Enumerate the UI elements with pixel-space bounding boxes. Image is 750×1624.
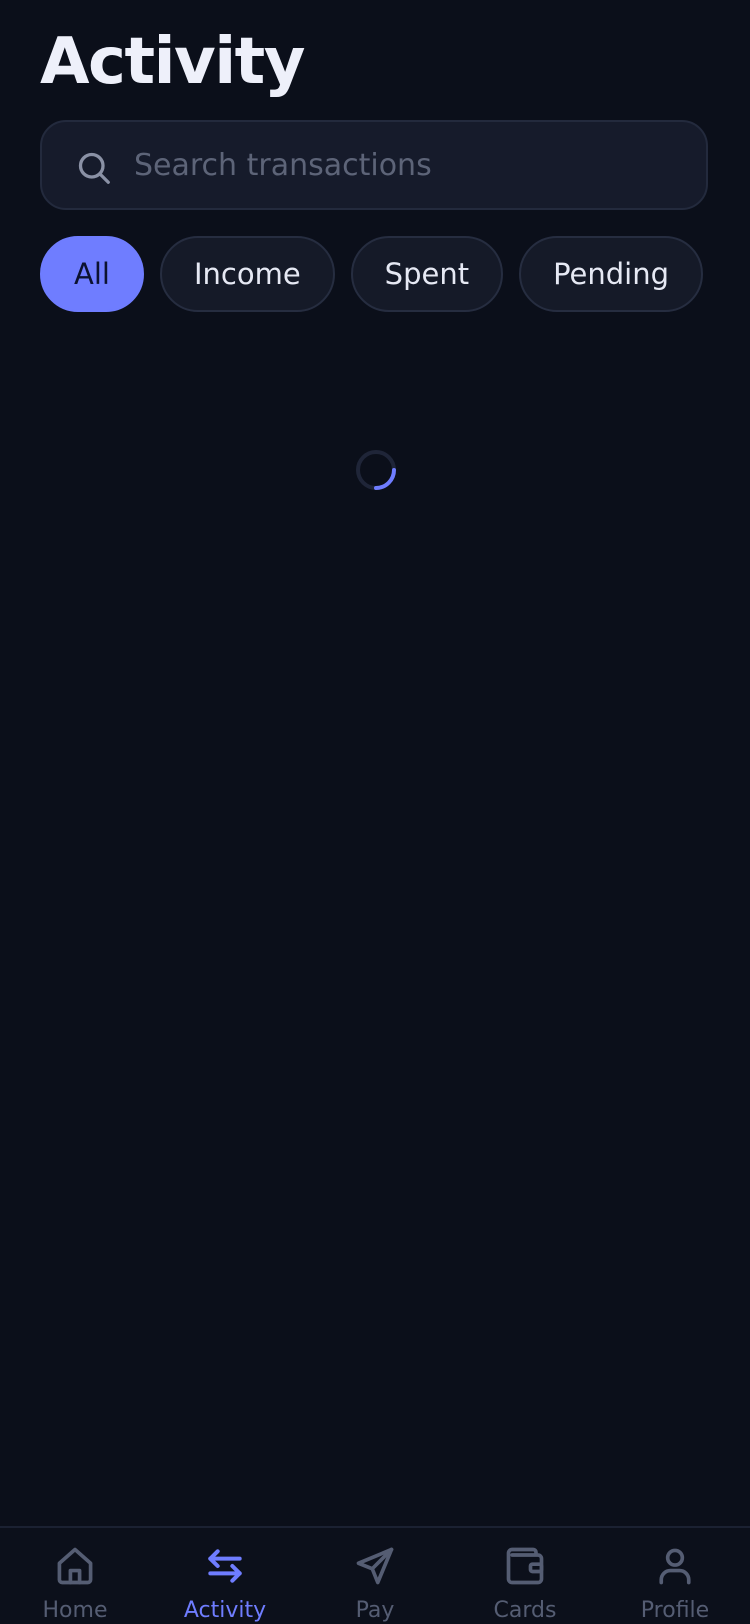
tab-label: Home bbox=[42, 1598, 108, 1623]
tab-label: Pay bbox=[355, 1598, 395, 1623]
activity-screen: Activity All Income Spent Pending bbox=[0, 0, 750, 1624]
filter-chip-income[interactable]: Income bbox=[159, 236, 335, 312]
page-title: Activity bbox=[40, 25, 305, 99]
filter-chip-label: Pending bbox=[553, 257, 670, 291]
search-input[interactable] bbox=[134, 122, 674, 208]
bottom-tab-bar: Home Activity Pay Cards Profile bbox=[0, 1526, 750, 1624]
filter-chip-label: Income bbox=[193, 257, 301, 291]
filter-chip-spent[interactable]: Spent bbox=[350, 236, 504, 312]
tab-profile[interactable]: Profile bbox=[600, 1528, 750, 1624]
search-icon bbox=[78, 152, 110, 184]
tab-label: Activity bbox=[183, 1598, 267, 1623]
wallet-icon bbox=[506, 1547, 544, 1585]
search-bar[interactable] bbox=[40, 120, 708, 210]
tab-cards[interactable]: Cards bbox=[450, 1528, 600, 1624]
filter-chips: All Income Spent Pending bbox=[40, 236, 704, 312]
tab-home[interactable]: Home bbox=[0, 1528, 150, 1624]
user-icon bbox=[659, 1548, 691, 1585]
filter-chip-all[interactable]: All bbox=[40, 236, 144, 312]
tab-label: Profile bbox=[640, 1598, 710, 1623]
filter-chip-pending[interactable]: Pending bbox=[519, 236, 704, 312]
tab-pay[interactable]: Pay bbox=[300, 1528, 450, 1624]
filter-chip-label: All bbox=[74, 257, 110, 291]
filter-chip-label: Spent bbox=[384, 257, 470, 291]
tab-activity[interactable]: Activity bbox=[150, 1528, 300, 1624]
home-icon bbox=[57, 1547, 93, 1585]
loading-spinner-icon bbox=[356, 450, 396, 490]
transfer-arrows-icon bbox=[208, 1549, 242, 1583]
send-icon bbox=[356, 1547, 394, 1585]
tab-label: Cards bbox=[493, 1598, 557, 1623]
